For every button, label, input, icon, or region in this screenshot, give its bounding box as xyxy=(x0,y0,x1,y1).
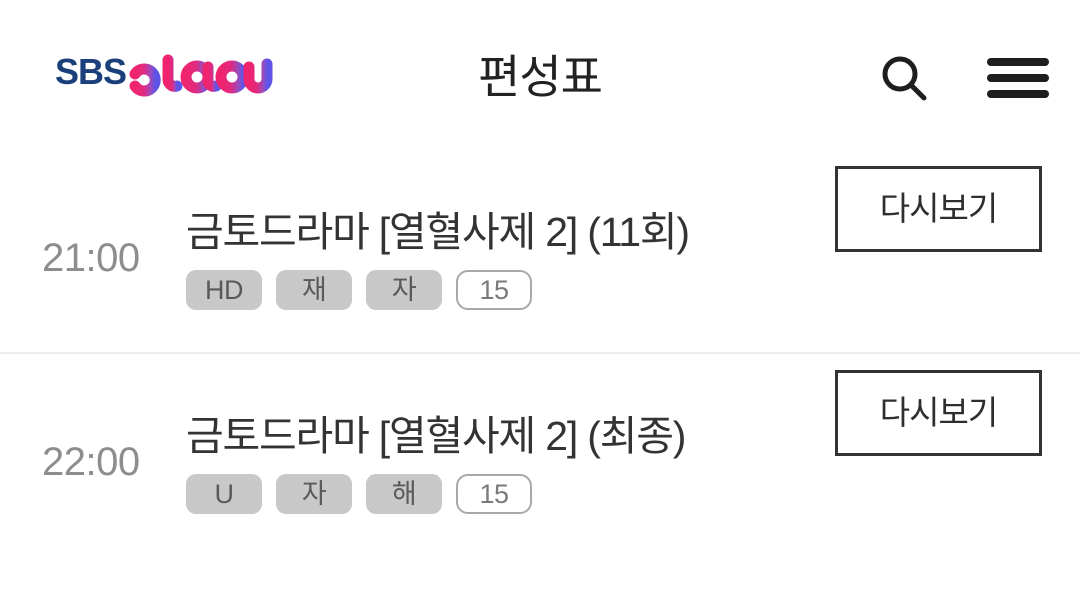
header-actions xyxy=(872,46,1050,110)
schedule-row[interactable]: 21:00 금토드라마 [열혈사제 2] (11회) HD 재 자 15 다시보… xyxy=(0,150,1080,352)
replay-button[interactable]: 다시보기 xyxy=(835,370,1042,456)
badge-age-rating: 15 xyxy=(456,270,532,310)
program-time: 22:00 xyxy=(42,440,140,484)
badge-subtitle: 자 xyxy=(366,270,442,310)
app-header: SBS 편성표 xyxy=(0,0,1080,150)
badge-hd: HD xyxy=(186,270,262,310)
program-badges: HD 재 자 15 xyxy=(186,270,835,310)
replay-button[interactable]: 다시보기 xyxy=(835,166,1042,252)
badge-commentary: 해 xyxy=(366,474,442,514)
badge-rerun: 재 xyxy=(276,270,352,310)
program-action: 다시보기 xyxy=(835,150,1080,252)
badge-ultra: U xyxy=(186,474,262,514)
program-title: 금토드라마 [열혈사제 2] (11회) xyxy=(186,209,690,255)
program-info: 금토드라마 [열혈사제 2] (11회) HD 재 자 15 xyxy=(186,150,835,310)
schedule-list: 21:00 금토드라마 [열혈사제 2] (11회) HD 재 자 15 다시보… xyxy=(0,150,1080,554)
program-info: 금토드라마 [열혈사제 2] (최종) U 자 해 15 xyxy=(186,354,835,514)
badge-subtitle: 자 xyxy=(276,474,352,514)
program-badges: U 자 해 15 xyxy=(186,474,835,514)
program-action: 다시보기 xyxy=(835,354,1080,456)
badge-age-rating: 15 xyxy=(456,474,532,514)
search-icon xyxy=(882,56,927,101)
menu-button[interactable] xyxy=(986,46,1050,110)
program-title: 금토드라마 [열혈사제 2] (최종) xyxy=(186,413,686,459)
hamburger-menu-icon xyxy=(987,58,1049,98)
search-button[interactable] xyxy=(872,46,936,110)
program-time: 21:00 xyxy=(42,236,140,280)
schedule-row[interactable]: 22:00 금토드라마 [열혈사제 2] (최종) U 자 해 15 다시보기 xyxy=(0,352,1080,554)
